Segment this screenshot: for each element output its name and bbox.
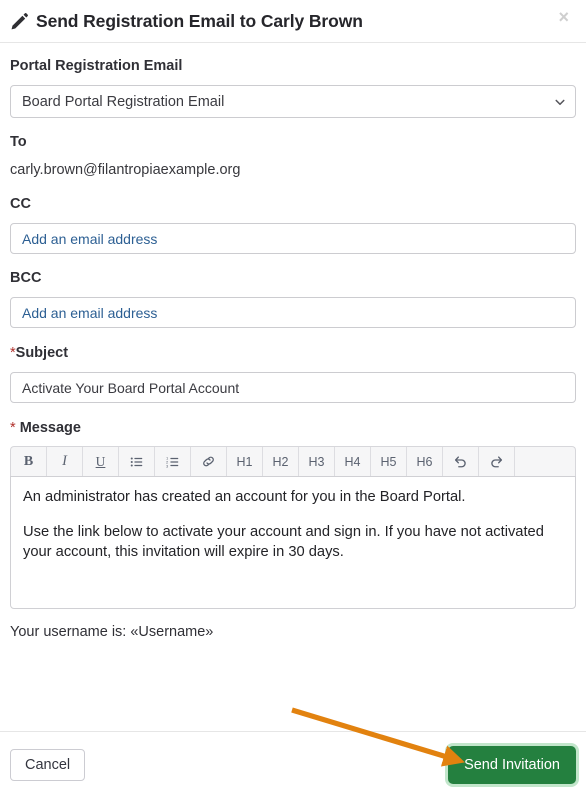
message-label-text: Message bbox=[19, 420, 81, 436]
pencil-icon bbox=[10, 12, 29, 31]
message-paragraph: An administrator has created an account … bbox=[23, 489, 466, 505]
subject-label-text: Subject bbox=[15, 345, 69, 361]
heading-5-button[interactable]: H5 bbox=[371, 447, 407, 476]
bcc-label: BCC bbox=[10, 270, 42, 286]
cancel-button[interactable]: Cancel bbox=[10, 749, 86, 781]
portal-registration-email-label: Portal Registration Email bbox=[10, 58, 183, 74]
bulleted-list-icon[interactable] bbox=[119, 447, 155, 476]
modal-footer: Cancel Send Invitation bbox=[0, 731, 586, 792]
required-indicator: * bbox=[10, 420, 16, 436]
send-registration-email-modal: Send Registration Email to Carly Brown ×… bbox=[0, 0, 586, 792]
page-title: Send Registration Email to Carly Brown bbox=[36, 10, 363, 31]
send-invitation-button[interactable]: Send Invitation bbox=[448, 746, 576, 784]
close-icon[interactable]: × bbox=[554, 6, 573, 28]
italic-icon[interactable]: I bbox=[47, 447, 83, 476]
portal-registration-email-select-wrap: Board Portal Registration Email bbox=[10, 85, 576, 118]
bold-icon[interactable]: B bbox=[11, 447, 47, 476]
numbered-list-icon[interactable]: 123 bbox=[155, 447, 191, 476]
heading-4-button[interactable]: H4 bbox=[335, 447, 371, 476]
heading-2-button[interactable]: H2 bbox=[263, 447, 299, 476]
bcc-input[interactable] bbox=[10, 297, 576, 328]
subject-label: *Subject bbox=[10, 345, 576, 361]
heading-6-button[interactable]: H6 bbox=[407, 447, 443, 476]
underline-icon[interactable]: U bbox=[83, 447, 119, 476]
link-icon[interactable] bbox=[191, 447, 227, 476]
subject-input[interactable] bbox=[10, 372, 576, 403]
cc-label: CC bbox=[10, 196, 31, 212]
undo-icon[interactable] bbox=[443, 447, 479, 476]
modal-body: Portal Registration Email Board Portal R… bbox=[0, 43, 586, 640]
rich-text-toolbar: B I U 123 H1 H2 H3 H4 H5 H6 bbox=[10, 446, 576, 476]
to-value: carly.brown@filantropiaexample.org bbox=[10, 162, 241, 178]
modal-header: Send Registration Email to Carly Brown × bbox=[0, 0, 586, 43]
portal-registration-email-select[interactable]: Board Portal Registration Email bbox=[10, 85, 576, 118]
message-paragraph: Use the link below to activate your acco… bbox=[23, 524, 544, 560]
heading-3-button[interactable]: H3 bbox=[299, 447, 335, 476]
heading-1-button[interactable]: H1 bbox=[227, 447, 263, 476]
redo-icon[interactable] bbox=[479, 447, 515, 476]
username-placeholder-text: Your username is: «Username» bbox=[10, 624, 214, 640]
to-label: To bbox=[10, 134, 27, 150]
svg-text:3: 3 bbox=[166, 463, 169, 468]
message-label: * Message bbox=[10, 420, 576, 436]
cc-input[interactable] bbox=[10, 223, 576, 254]
message-editor[interactable]: An administrator has created an account … bbox=[10, 476, 576, 609]
